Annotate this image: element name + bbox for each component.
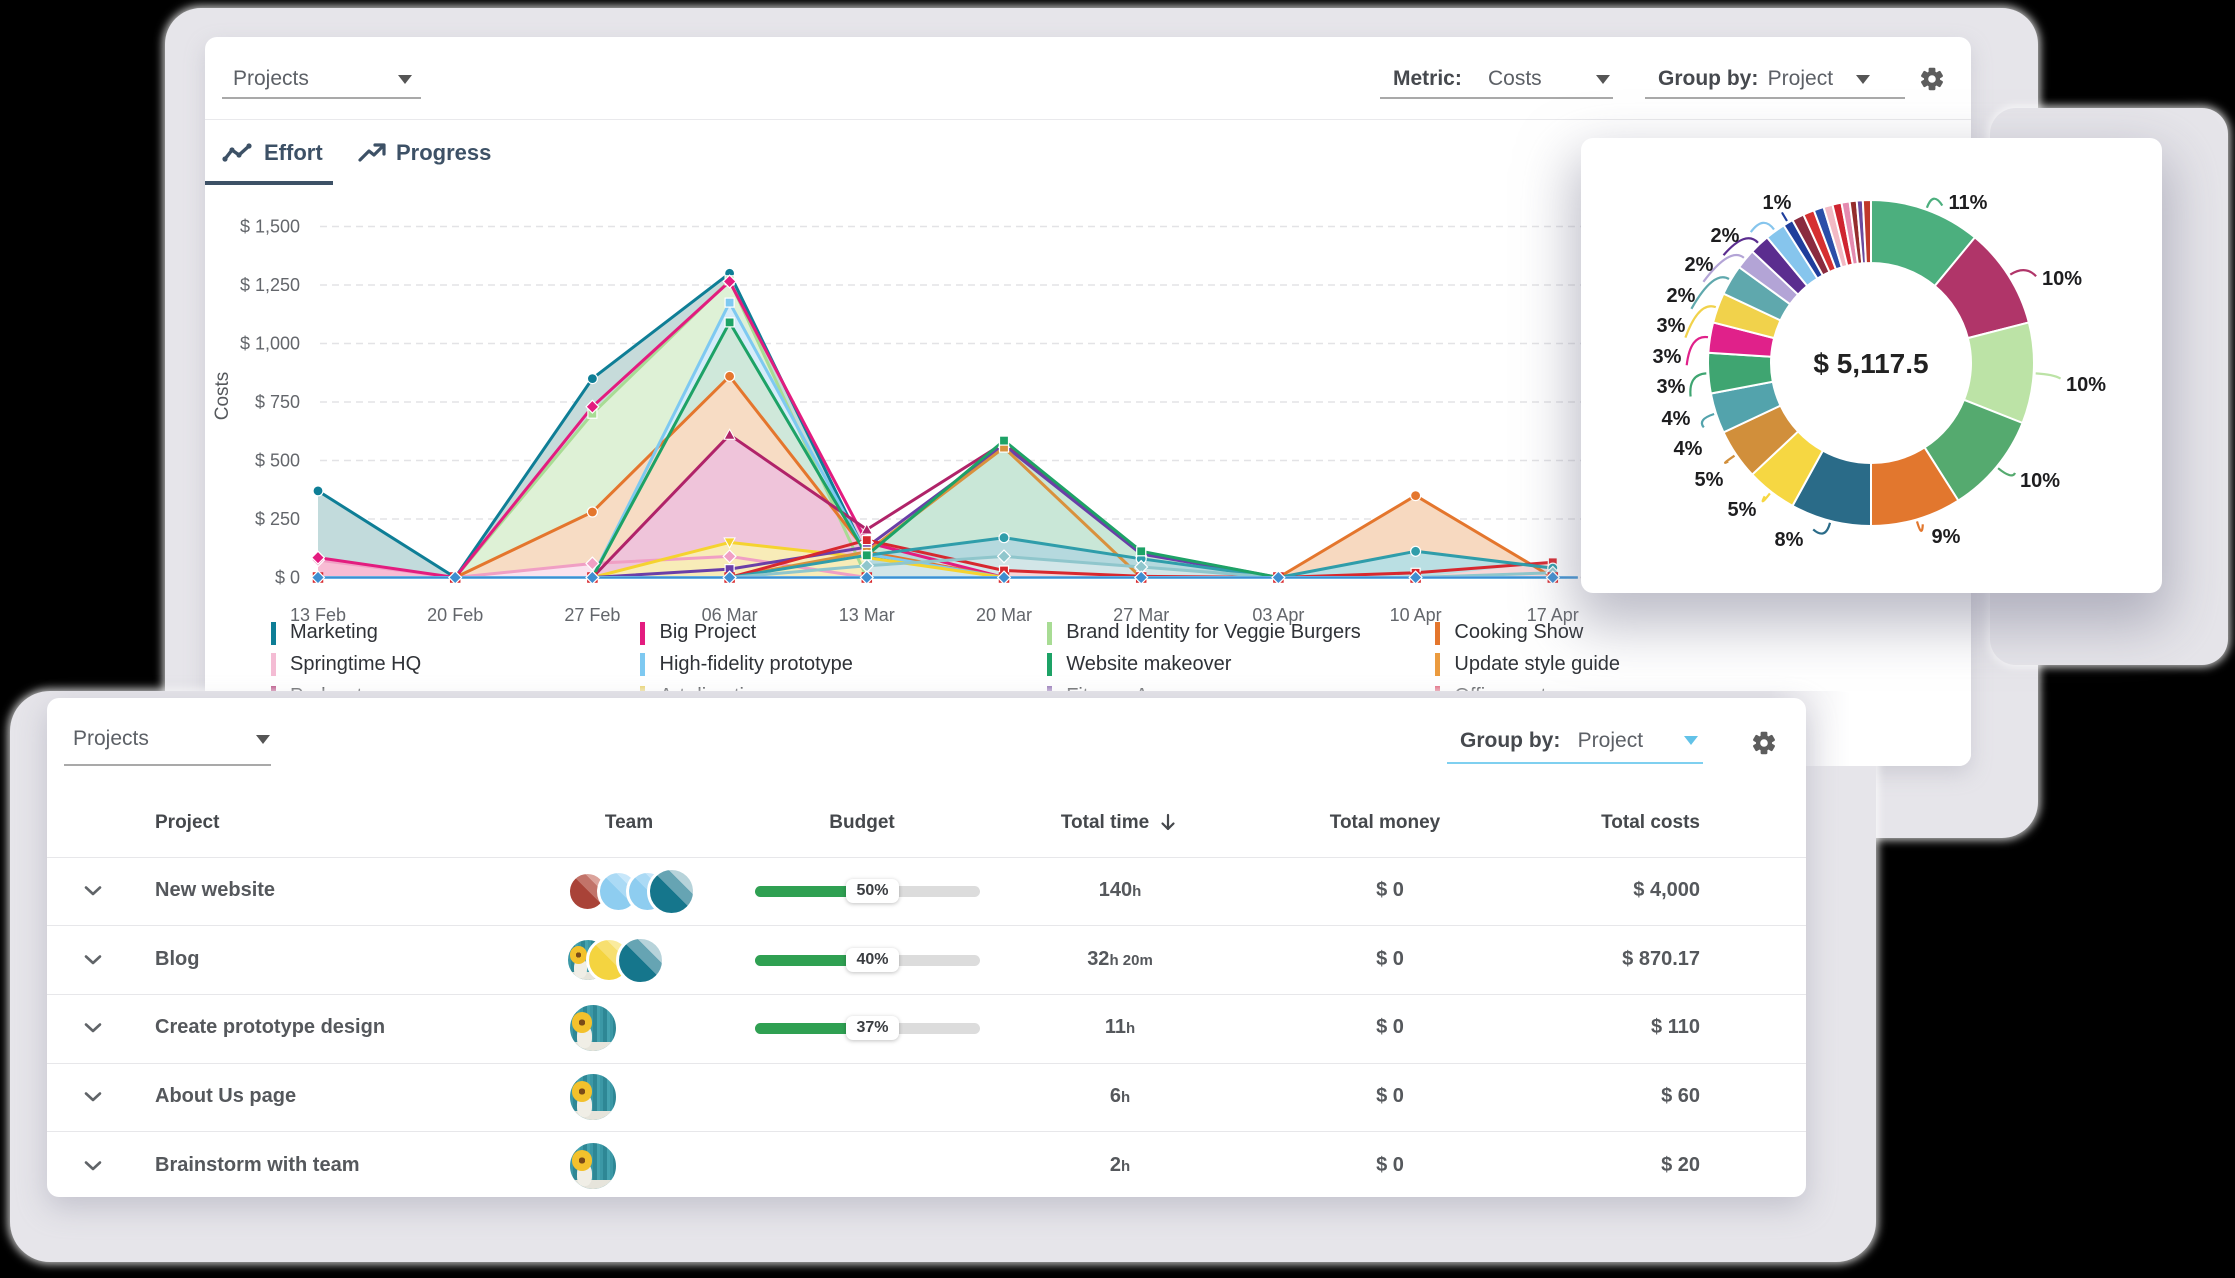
svg-text:4%: 4%	[1662, 408, 1691, 430]
svg-text:20 Feb: 20 Feb	[427, 605, 483, 625]
svg-text:4%: 4%	[1674, 438, 1703, 460]
svg-text:20 Mar: 20 Mar	[976, 605, 1032, 625]
svg-text:3%: 3%	[1653, 346, 1682, 368]
svg-text:1%: 1%	[1763, 192, 1792, 214]
svg-text:2%: 2%	[1685, 254, 1714, 276]
svg-text:10%: 10%	[2020, 470, 2060, 492]
svg-text:$ 500: $ 500	[255, 451, 300, 471]
svg-text:2%: 2%	[1711, 225, 1740, 247]
svg-text:13 Mar: 13 Mar	[839, 605, 895, 625]
svg-text:2%: 2%	[1667, 285, 1696, 307]
svg-text:Costs: Costs	[212, 372, 233, 421]
svg-text:$ 0: $ 0	[275, 568, 300, 588]
svg-text:5%: 5%	[1695, 469, 1724, 491]
svg-text:$ 1,500: $ 1,500	[240, 217, 300, 237]
svg-text:9%: 9%	[1932, 526, 1961, 548]
svg-text:10%: 10%	[2042, 268, 2082, 290]
svg-text:3%: 3%	[1657, 376, 1686, 398]
svg-text:$ 1,250: $ 1,250	[240, 275, 300, 295]
svg-text:8%: 8%	[1775, 529, 1804, 551]
svg-text:$ 750: $ 750	[255, 392, 300, 412]
svg-text:$ 250: $ 250	[255, 509, 300, 529]
svg-text:10%: 10%	[2066, 374, 2106, 396]
svg-text:10 Apr: 10 Apr	[1390, 605, 1442, 625]
svg-text:27 Feb: 27 Feb	[564, 605, 620, 625]
svg-text:5%: 5%	[1728, 499, 1757, 521]
svg-text:$ 5,117.5: $ 5,117.5	[1813, 348, 1928, 379]
svg-text:11%: 11%	[1949, 192, 1988, 214]
svg-text:$ 1,000: $ 1,000	[240, 334, 300, 354]
svg-text:3%: 3%	[1657, 315, 1686, 337]
